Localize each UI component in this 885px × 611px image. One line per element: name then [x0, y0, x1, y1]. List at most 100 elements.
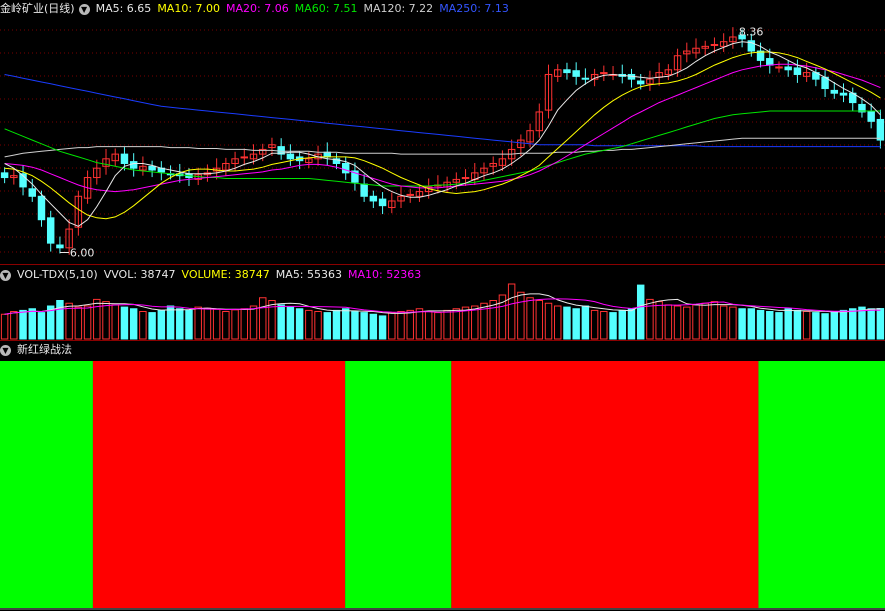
- volume-bar: [222, 311, 230, 340]
- volume-bar: [719, 305, 728, 340]
- volume-bar: [839, 309, 848, 340]
- volume-bar: [766, 311, 774, 340]
- volume-bar: [166, 305, 175, 340]
- volume-bar: [83, 305, 92, 340]
- volume-bar: [802, 311, 811, 340]
- high-label: 8.36: [739, 25, 764, 38]
- volume-bar: [111, 304, 119, 340]
- candle: [0, 172, 9, 179]
- volume-bar: [249, 305, 258, 340]
- volume-bar: [673, 305, 682, 340]
- volume-bar: [268, 300, 276, 340]
- volume-bar: [858, 306, 866, 340]
- volume-bar: [554, 305, 562, 340]
- volume-bar: [683, 306, 691, 340]
- volume-bar: [148, 312, 156, 340]
- rg-segment-red: [92, 361, 346, 608]
- volume-bar: [489, 300, 497, 340]
- rg-panel-header: ▼ 新红绿战法: [0, 341, 78, 359]
- volume-bar: [535, 300, 544, 340]
- volume-bar: [194, 306, 202, 340]
- volume-bar: [397, 311, 405, 340]
- volume-bar: [332, 309, 341, 340]
- price-panel-header: 金岭矿业(日线) ▼ MA5: 6.65 MA10: 7.00 MA20: 7.06 MA…: [0, 0, 515, 18]
- chevron-down-icon[interactable]: ▼: [0, 269, 11, 281]
- volume-bar: [461, 306, 470, 340]
- volume-bar: [544, 302, 553, 340]
- vvol-label: VVOL: 38747: [103, 268, 176, 281]
- vol-ma10-label: MA10: 52363: [348, 268, 422, 281]
- low-label: 6.00: [70, 247, 95, 260]
- stock-symbol[interactable]: 金岭矿业(日线): [0, 2, 75, 15]
- volume-bar: [286, 306, 295, 340]
- volume-bar: [729, 306, 737, 340]
- volume-label: VOLUME: 38747: [181, 268, 270, 281]
- candle: [286, 153, 295, 160]
- chevron-down-icon[interactable]: ▼: [78, 3, 90, 15]
- volume-bar: [37, 312, 46, 340]
- candle: [46, 217, 55, 244]
- chevron-down-icon[interactable]: ▼: [0, 344, 11, 356]
- volume-bar: [406, 309, 414, 340]
- ma60-line: [4, 110, 881, 187]
- volume-bar: [756, 309, 765, 340]
- candle: [341, 162, 350, 174]
- candle: [406, 193, 414, 196]
- candle: [120, 153, 129, 164]
- candle: [839, 92, 848, 96]
- candle: [360, 183, 368, 197]
- volume-bar: [93, 298, 101, 340]
- volume-bar: [507, 283, 516, 340]
- candle: [636, 80, 645, 85]
- volume-bar: [784, 308, 792, 340]
- candle: [867, 111, 875, 122]
- volume-bar: [747, 308, 756, 340]
- volume-bar: [793, 309, 802, 340]
- candle: [775, 66, 783, 69]
- volume-bar: [471, 305, 479, 340]
- candle: [129, 161, 138, 169]
- ma120-label: MA120: 7.22: [363, 2, 434, 15]
- volume-bar: [369, 313, 378, 340]
- stock-chart[interactable]: 8.36 6.00: [0, 0, 885, 611]
- vol-indicator-name[interactable]: VOL-TDX(5,10): [17, 268, 98, 281]
- volume-bar: [821, 313, 829, 340]
- volume-bar: [618, 309, 626, 340]
- ma10-label: MA10: 7.00: [157, 2, 221, 15]
- volume-bar: [240, 308, 249, 340]
- volume-bar: [323, 312, 331, 340]
- volume-bar: [56, 300, 64, 340]
- volume-bar: [710, 301, 719, 340]
- volume-bar: [28, 308, 36, 340]
- ma5-label: MA5: 6.65: [95, 2, 152, 15]
- ma250-line: [4, 74, 881, 148]
- volume-bar: [415, 308, 424, 340]
- volume-bar: [341, 308, 350, 340]
- volume-bar: [176, 308, 184, 340]
- rg-indicator-name[interactable]: 新红绿战法: [17, 343, 72, 356]
- volume-bar: [636, 284, 645, 340]
- rg-segment-green: [345, 361, 452, 608]
- volume-bar: [701, 302, 709, 340]
- candle: [240, 156, 249, 159]
- volume-bar: [655, 301, 663, 340]
- volume-bar: [664, 304, 673, 340]
- candle: [572, 70, 580, 77]
- volume-bar: [203, 307, 212, 340]
- candle: [369, 195, 378, 202]
- volume-bar: [646, 298, 654, 340]
- volume-bar: [600, 311, 608, 340]
- candle: [148, 165, 156, 171]
- volume-bar: [360, 312, 368, 340]
- ma20-label: MA20: 7.06: [226, 2, 289, 15]
- candle: [461, 177, 470, 180]
- candle: [323, 151, 331, 158]
- ma20-line: [4, 63, 881, 193]
- volume-bar: [120, 306, 129, 340]
- rg-segment-red: [451, 361, 759, 608]
- volume-bar: [102, 301, 110, 340]
- volume-bar: [295, 308, 304, 340]
- volume-bar: [314, 311, 322, 340]
- ma120-line: [4, 137, 881, 158]
- candle: [28, 188, 36, 197]
